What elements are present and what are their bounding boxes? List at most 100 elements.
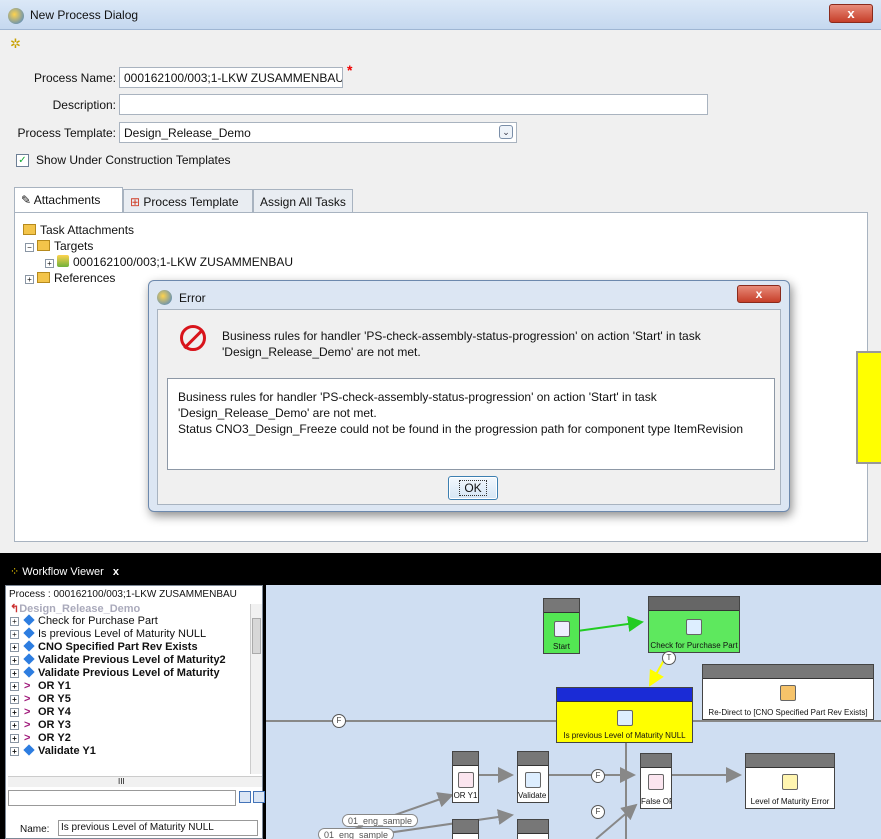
expand-icon[interactable]: + [25,275,34,284]
close-icon[interactable]: x [113,566,119,578]
node-or-y1-label: OR Y1 [453,791,478,800]
tab-assign-all-tasks[interactable]: Assign All Tasks [253,189,353,213]
expand-icon[interactable]: + [45,259,54,268]
workflow-tree-item[interactable]: + > OR Y3 [10,719,71,731]
workflow-tree-pane: Process : 000162100/003;1-LKW ZUSAMMENBA… [5,585,265,839]
path-label: 01_eng_sample [318,828,395,839]
expand-icon[interactable]: + [10,643,19,652]
expand-icon[interactable]: + [10,682,19,691]
node-header [649,597,739,611]
task-icon [23,627,35,639]
tree-references[interactable]: + References [25,271,115,285]
tree-target-item[interactable]: +000162100/003;1-LKW ZUSAMMENBAU [45,255,293,269]
node-partial[interactable] [517,819,549,839]
tab-attachments[interactable]: ✎ Attachments [14,187,123,213]
workflow-icon: ⁘ [10,566,20,578]
node-partial[interactable] [452,819,479,839]
badge-false: F [591,805,605,819]
expand-icon[interactable]: + [10,617,19,626]
expand-icon[interactable]: + [10,747,19,756]
collapse-icon[interactable]: − [25,243,34,252]
workflow-tree-item-label: Is previous Level of Maturity NULL [38,628,207,640]
description-label: Description: [52,98,116,112]
expand-icon[interactable]: + [10,734,19,743]
node-validate-y1[interactable]: Validate Y1 [517,751,549,803]
document-icon[interactable] [239,791,251,803]
node-level-error-label: Level of Maturity Error [750,797,830,806]
tab-process-template[interactable]: ⊞ Process Template [123,189,253,213]
workflow-tree-item[interactable]: + Validate Y1 [10,744,96,757]
expand-icon[interactable]: + [10,721,19,730]
process-template-label: Process Template: [17,126,117,140]
expand-icon[interactable]: + [10,695,19,704]
name-field[interactable]: Is previous Level of Maturity NULL [58,820,258,836]
description-input[interactable] [119,94,708,115]
workflow-tree-item[interactable]: + > OR Y4 [10,706,71,718]
task-icon [23,653,35,665]
process-template-value: Design_Release_Demo [124,126,251,140]
tree-targets-label: Targets [54,239,94,253]
workflow-tree-item[interactable]: + Check for Purchase Part [10,614,158,627]
chevron-down-icon[interactable]: ⌄ [499,125,513,139]
workflow-tree-item-label: OR Y4 [38,706,71,718]
node-check-purchase[interactable]: Check for Purchase Part [648,596,740,653]
node-or-y1[interactable]: OR Y1 [452,751,479,803]
process-template-select[interactable]: Design_Release_Demo [119,122,517,143]
horizontal-scrollbar[interactable]: III [8,776,262,787]
node-false-or1-label: False OR1 [641,797,671,806]
workflow-tree-item[interactable]: + Validate Previous Level of Maturity [10,666,220,679]
node-false-or1[interactable]: False OR1 [640,753,672,809]
workflow-tree-item-label: OR Y3 [38,719,71,731]
node-start-label: Start [553,642,570,651]
scroll-thumb[interactable] [252,618,261,654]
expand-icon[interactable]: + [10,669,19,678]
workflow-tree-item[interactable]: + Is previous Level of Maturity NULL [10,627,207,640]
expand-icon[interactable]: + [10,630,19,639]
node-level-error[interactable]: Level of Maturity Error [745,753,835,809]
task-icon [23,666,35,678]
task-icon [616,710,633,726]
workflow-root[interactable]: ↰Design_Release_Demo [10,602,140,615]
start-icon [553,621,570,637]
node-redirect[interactable]: Re-Direct to [CNO Specified Part Rev Exi… [702,664,874,720]
node-is-previous[interactable]: Is previous Level of Maturity NULL [556,687,693,743]
node-header [746,754,834,768]
vertical-scrollbar[interactable] [250,604,262,774]
search-input[interactable] [8,790,236,806]
error-body: Business rules for handler 'PS-check-ass… [157,309,781,505]
close-button[interactable]: x [829,4,873,23]
error-details: Business rules for handler 'PS-check-ass… [167,378,775,470]
badge-true: T [662,651,676,665]
workflow-tree-item[interactable]: + > OR Y1 [10,680,71,692]
task-icon [525,772,541,788]
error-close-button[interactable]: x [737,285,781,303]
tab-process-template-label: Process Template [143,195,239,209]
node-redirect-label: Re-Direct to [CNO Specified Part Rev Exi… [708,708,868,717]
show-under-construction-label: Show Under Construction Templates [36,153,231,167]
workflow-tree-item[interactable]: + CNO Specified Part Rev Exists [10,640,198,653]
process-name-input[interactable]: 000162100/003;1-LKW ZUSAMMENBAU [119,67,343,88]
wand-icon[interactable]: ✲ [10,36,30,54]
tree-task-attachments[interactable]: Task Attachments [23,223,134,237]
show-under-construction-checkbox[interactable]: ✓ [16,154,29,167]
node-start[interactable]: Start [543,598,580,654]
ok-button[interactable]: OK [448,476,498,500]
error-detail-line: 'Design_Release_Demo' are not met. [178,406,377,420]
or-icon: > [24,719,31,731]
refresh-icon[interactable] [253,791,265,803]
error-dialog: Error x Business rules for handler 'PS-c… [148,280,790,512]
tab-workflow-viewer[interactable]: ⁘ Workflow Viewer x [6,563,146,581]
workflow-tree-item[interactable]: + > OR Y5 [10,693,71,705]
process-icon: ↰ [10,603,20,615]
expand-icon[interactable]: + [10,708,19,717]
or-icon: > [24,680,31,692]
tree-targets[interactable]: − Targets [25,239,93,253]
folder-icon [37,240,50,251]
workflow-tree-item[interactable]: + Validate Previous Level of Maturity2 [10,653,226,666]
attachment-icon: ✎ [21,193,32,207]
expand-icon[interactable]: + [10,656,19,665]
workflow-tree-item[interactable]: + > OR Y2 [10,732,71,744]
node-header [453,752,478,766]
error-icon [180,325,206,351]
item-revision-icon [57,255,69,267]
